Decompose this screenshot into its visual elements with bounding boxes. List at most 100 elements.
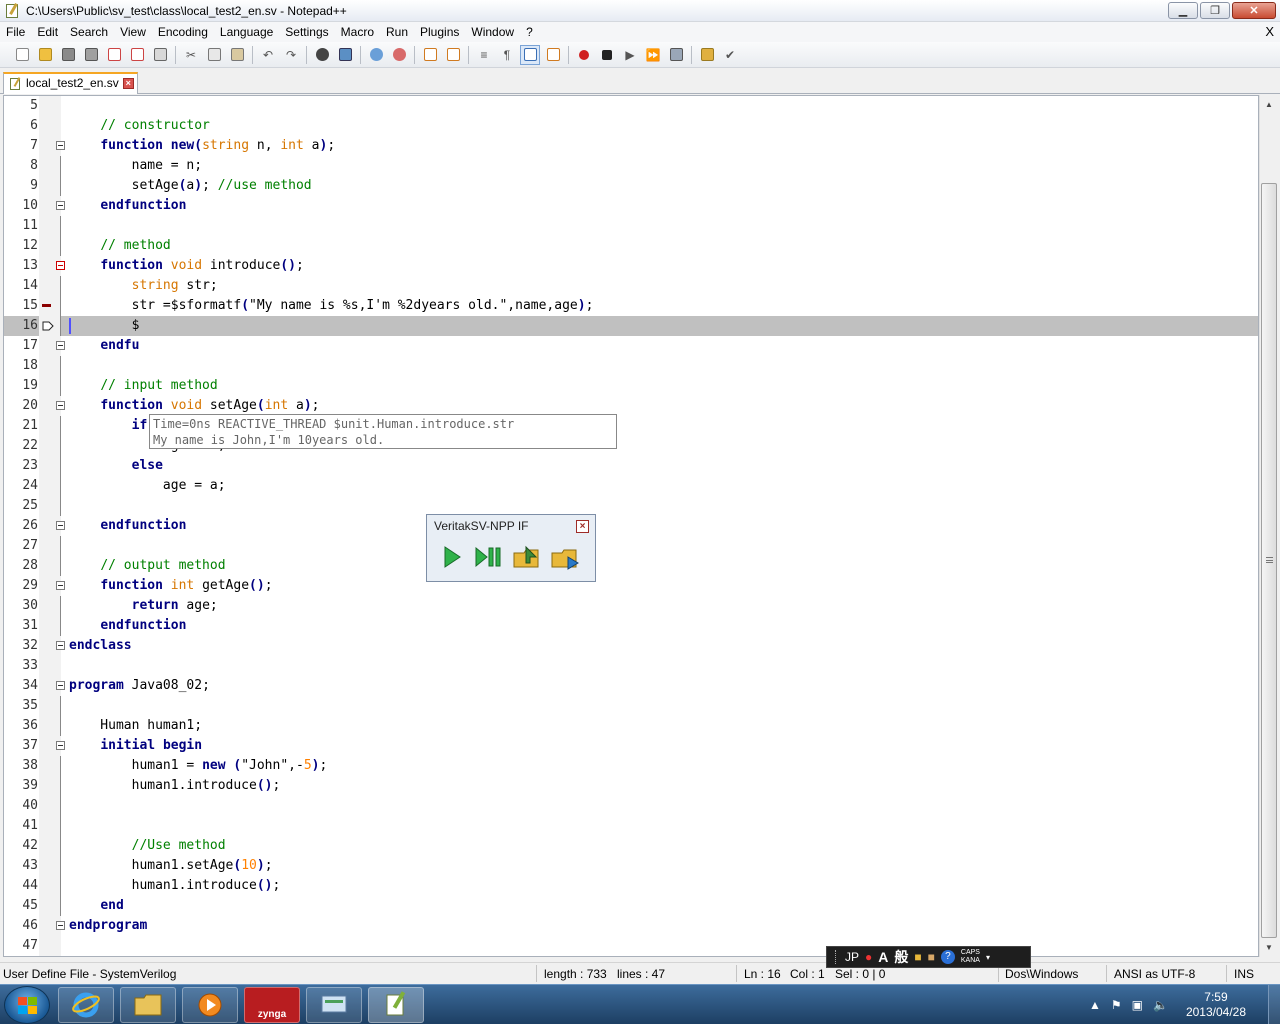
code-line[interactable]: 33: [4, 656, 1258, 676]
menu-encoding[interactable]: Encoding: [152, 22, 214, 42]
open-waveform-folder-icon[interactable]: [511, 541, 543, 573]
taskbar-clock[interactable]: 7:59 2013/04/28: [1186, 990, 1246, 1020]
tab-close-icon[interactable]: ×: [122, 78, 134, 89]
code-line[interactable]: 28 // output method: [4, 556, 1258, 576]
show-desktop-button[interactable]: [1268, 985, 1280, 1024]
sync-horizontal-icon[interactable]: [443, 45, 463, 65]
code-line[interactable]: 27: [4, 536, 1258, 556]
network-icon[interactable]: ▣: [1132, 998, 1143, 1012]
fold-toggle-icon[interactable]: [56, 341, 65, 350]
play-macro-icon[interactable]: ▶: [620, 45, 640, 65]
ime-input-mode[interactable]: 般: [894, 947, 908, 967]
ime-tools-icon[interactable]: ■: [928, 950, 935, 964]
code-line[interactable]: 30 return age;: [4, 596, 1258, 616]
menu-macro[interactable]: Macro: [335, 22, 380, 42]
code-line[interactable]: 38 human1 = new ("John",-5);: [4, 756, 1258, 776]
code-line[interactable]: 25: [4, 496, 1258, 516]
plugin-folder-icon[interactable]: [697, 45, 717, 65]
menu-settings[interactable]: Settings: [279, 22, 334, 42]
fold-toggle-icon[interactable]: [56, 141, 65, 150]
code-line[interactable]: 13 function void introduce();: [4, 256, 1258, 276]
code-line[interactable]: 11: [4, 216, 1258, 236]
code-line[interactable]: 7 function new(string n, int a);: [4, 136, 1258, 156]
redo-icon[interactable]: ↷: [281, 45, 301, 65]
menu-plugins[interactable]: Plugins: [414, 22, 465, 42]
maximize-button[interactable]: ❐: [1200, 2, 1230, 19]
panel-close-icon[interactable]: ×: [576, 520, 589, 533]
save-icon[interactable]: [58, 45, 78, 65]
fold-toggle-icon[interactable]: [56, 201, 65, 210]
menu-window[interactable]: Window: [465, 22, 520, 42]
code-line[interactable]: 18: [4, 356, 1258, 376]
code-line[interactable]: 6 // constructor: [4, 116, 1258, 136]
code-line[interactable]: 12 // method: [4, 236, 1258, 256]
scrollbar-thumb[interactable]: [1261, 183, 1277, 938]
close-document-button[interactable]: X: [1265, 24, 1274, 39]
code-line[interactable]: 42 //Use method: [4, 836, 1258, 856]
export-folder-icon[interactable]: [549, 541, 581, 573]
taskbar-internet-explorer[interactable]: [58, 987, 114, 1023]
code-line[interactable]: 35: [4, 696, 1258, 716]
run-simulation-icon[interactable]: [435, 541, 467, 573]
cut-icon[interactable]: ✂: [181, 45, 201, 65]
current-line[interactable]: 16 $: [4, 316, 1258, 336]
copy-icon[interactable]: [204, 45, 224, 65]
breakpoint-marker-icon[interactable]: [42, 304, 51, 307]
close-file-icon[interactable]: [104, 45, 124, 65]
show-all-chars-icon[interactable]: ¶: [497, 45, 517, 65]
new-file-icon[interactable]: [12, 45, 32, 65]
ime-mic-icon[interactable]: ●: [865, 950, 872, 964]
start-button[interactable]: [4, 986, 50, 1024]
paste-icon[interactable]: [227, 45, 247, 65]
code-line[interactable]: 36 Human human1;: [4, 716, 1258, 736]
tab-local-test2-en[interactable]: local_test2_en.sv ×: [3, 72, 138, 94]
print-icon[interactable]: [150, 45, 170, 65]
code-line[interactable]: 17 endfu: [4, 336, 1258, 356]
run-step-icon[interactable]: [473, 541, 505, 573]
code-line[interactable]: 20 function void setAge(int a);: [4, 396, 1258, 416]
code-line[interactable]: 41: [4, 816, 1258, 836]
menu-help[interactable]: ?: [520, 22, 539, 42]
taskbar-file-explorer[interactable]: [120, 987, 176, 1023]
langbar-options-icon[interactable]: ▾: [986, 953, 990, 962]
fold-toggle-icon[interactable]: [56, 741, 65, 750]
code-line[interactable]: 37 initial begin: [4, 736, 1258, 756]
menu-search[interactable]: Search: [64, 22, 114, 42]
replace-icon[interactable]: [335, 45, 355, 65]
help-icon[interactable]: ?: [940, 950, 955, 964]
code-line[interactable]: 39 human1.introduce();: [4, 776, 1258, 796]
undo-icon[interactable]: ↶: [258, 45, 278, 65]
langbar-language[interactable]: JP: [845, 950, 859, 964]
code-line[interactable]: 34 program Java08_02;: [4, 676, 1258, 696]
show-hidden-icons-icon[interactable]: ▲: [1089, 998, 1101, 1012]
word-wrap-icon[interactable]: ≡: [474, 45, 494, 65]
scroll-down-icon[interactable]: ▼: [1260, 939, 1278, 956]
code-line[interactable]: 32 endclass: [4, 636, 1258, 656]
close-all-icon[interactable]: [127, 45, 147, 65]
code-line[interactable]: 10 endfunction: [4, 196, 1258, 216]
code-line[interactable]: 5: [4, 96, 1258, 116]
menu-file[interactable]: File: [0, 22, 31, 42]
fold-toggle-icon[interactable]: [56, 521, 65, 530]
indent-guide-icon[interactable]: [520, 44, 540, 65]
zoom-out-icon[interactable]: [389, 45, 409, 65]
code-line[interactable]: 23 else: [4, 456, 1258, 476]
ime-pad-icon[interactable]: ■: [914, 950, 921, 964]
taskbar-network-app[interactable]: [306, 987, 362, 1023]
menu-edit[interactable]: Edit: [31, 22, 64, 42]
close-button[interactable]: ✕: [1232, 2, 1276, 19]
user-defined-language-icon[interactable]: [543, 45, 563, 65]
taskbar-media-player[interactable]: [182, 987, 238, 1023]
code-line[interactable]: 15 str =$sformatf("My name is %s,I'm %2d…: [4, 296, 1258, 316]
stop-macro-icon[interactable]: [597, 45, 617, 65]
menu-run[interactable]: Run: [380, 22, 414, 42]
code-line[interactable]: 19 // input method: [4, 376, 1258, 396]
code-line[interactable]: 43 human1.setAge(10);: [4, 856, 1258, 876]
find-icon[interactable]: [312, 45, 332, 65]
langbar-grip-icon[interactable]: [835, 950, 839, 964]
minimize-button[interactable]: ▁: [1168, 2, 1198, 19]
open-file-icon[interactable]: [35, 45, 55, 65]
code-line[interactable]: 14 string str;: [4, 276, 1258, 296]
record-macro-icon[interactable]: [574, 45, 594, 65]
fold-toggle-icon[interactable]: [56, 581, 65, 590]
